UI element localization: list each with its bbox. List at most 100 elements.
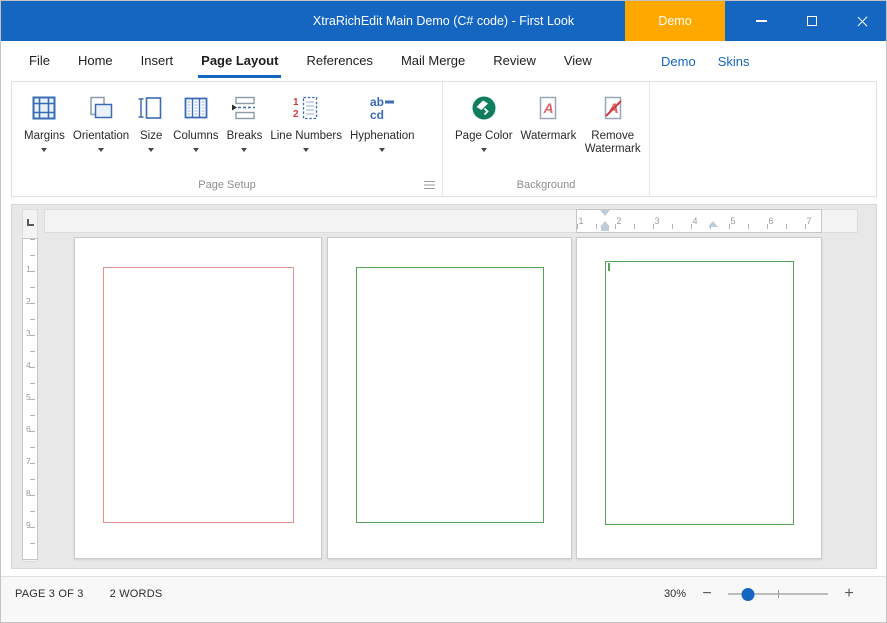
svg-text:ab: ab	[370, 95, 384, 109]
hyphenation-button[interactable]: ab cd Hyphenation	[346, 94, 419, 152]
ribbon-panel: Margins Orientation	[11, 81, 877, 197]
button-label: Remove Watermark	[584, 130, 641, 156]
watermark-button[interactable]: A Watermark	[517, 94, 581, 143]
ruler-number: 6	[768, 216, 773, 226]
button-label: Breaks	[227, 130, 263, 143]
group-label-page-setup: Page Setup	[12, 179, 442, 191]
zoom-controls: 30% − +	[664, 582, 856, 606]
left-indent-marker[interactable]	[601, 227, 609, 231]
chevron-down-icon	[379, 148, 385, 152]
margins-icon	[30, 94, 58, 122]
zoom-level: 30%	[664, 588, 686, 600]
zoom-in-button[interactable]: +	[842, 587, 856, 601]
ruler-number: 4	[692, 216, 697, 226]
minimize-button[interactable]	[736, 1, 786, 41]
button-label: Watermark	[521, 130, 577, 143]
text-cursor	[608, 263, 610, 271]
page-indicator[interactable]: PAGE 3 OF 3	[15, 588, 84, 600]
chevron-down-icon	[41, 148, 47, 152]
close-button[interactable]	[837, 1, 887, 41]
svg-text:cd: cd	[370, 108, 384, 122]
document-page-3[interactable]	[576, 237, 822, 559]
title-bar[interactable]: XtraRichEdit Main Demo (C# code) - First…	[1, 1, 886, 41]
size-icon	[137, 94, 165, 122]
page-margin-border	[605, 261, 794, 525]
remove-watermark-button[interactable]: A Remove Watermark	[580, 94, 645, 156]
document-page-1[interactable]	[74, 237, 322, 559]
ribbon-tab-bar: File Home Insert Page Layout References …	[1, 41, 886, 81]
tab-home[interactable]: Home	[64, 41, 127, 81]
ruler-number: 8	[26, 488, 31, 498]
watermark-icon: A	[534, 94, 562, 122]
word-count[interactable]: 2 WORDS	[110, 588, 163, 600]
demo-link[interactable]: Demo	[661, 54, 696, 69]
close-icon	[856, 15, 869, 28]
minimize-icon	[756, 20, 767, 22]
chevron-down-icon	[481, 148, 487, 152]
svg-text:1: 1	[293, 97, 299, 108]
ruler-number: 7	[26, 456, 31, 466]
zoom-slider-thumb[interactable]	[742, 588, 755, 601]
svg-text:A: A	[543, 100, 554, 116]
ruler-number: 3	[26, 328, 31, 338]
maximize-button[interactable]	[787, 1, 837, 41]
chevron-down-icon	[303, 148, 309, 152]
line-numbers-button[interactable]: 1 2 Line Numbers	[266, 94, 346, 152]
zoom-slider-center-tick	[778, 590, 779, 598]
vertical-ruler-active-area: 1 2 3 4 5 6 7 8 9	[22, 238, 38, 560]
ruler-number: 5	[26, 392, 31, 402]
app-window: XtraRichEdit Main Demo (C# code) - First…	[0, 0, 887, 623]
ruler-number: 3	[654, 216, 659, 226]
svg-text:2: 2	[293, 109, 299, 120]
tab-insert[interactable]: Insert	[127, 41, 188, 81]
document-page-2[interactable]	[327, 237, 572, 559]
ruler-number: 5	[730, 216, 735, 226]
tab-selector-button[interactable]	[23, 210, 37, 234]
button-label: Margins	[24, 130, 65, 143]
ruler-number: 7	[806, 216, 811, 226]
horizontal-ruler-active-area: 1 2 3 4 5 6 7	[576, 209, 822, 233]
demo-ribbon-button[interactable]: Demo	[625, 1, 725, 41]
tab-file[interactable]: File	[15, 41, 64, 81]
button-label: Size	[140, 130, 162, 143]
zoom-slider[interactable]	[728, 587, 828, 601]
left-tab-icon	[27, 219, 34, 226]
status-left: PAGE 3 OF 3 2 WORDS	[15, 582, 162, 606]
chevron-down-icon	[241, 148, 247, 152]
columns-icon	[182, 94, 210, 122]
zoom-out-button[interactable]: −	[700, 587, 714, 601]
orientation-button[interactable]: Orientation	[69, 94, 133, 152]
tab-page-layout[interactable]: Page Layout	[187, 41, 292, 81]
tab-mail-merge[interactable]: Mail Merge	[387, 41, 479, 81]
right-indent-marker[interactable]	[708, 221, 718, 227]
first-line-indent-marker[interactable]	[600, 210, 610, 216]
ruler-number: 2	[616, 216, 621, 226]
chevron-down-icon	[193, 148, 199, 152]
page-margin-border	[103, 267, 294, 523]
size-button[interactable]: Size	[133, 94, 169, 152]
ruler-number: 1	[578, 216, 583, 226]
window-title: XtraRichEdit Main Demo (C# code) - First…	[1, 1, 626, 41]
vertical-ruler[interactable]: 1 2 3 4 5 6 7 8 9	[22, 209, 38, 562]
page-setup-buttons: Margins Orientation	[12, 82, 442, 152]
chevron-down-icon	[98, 148, 104, 152]
hyphenation-icon: ab cd	[368, 94, 396, 122]
skins-link[interactable]: Skins	[718, 54, 750, 69]
dialog-launcher-icon[interactable]	[424, 181, 435, 189]
ruler-number: 9	[26, 520, 31, 530]
maximize-icon	[807, 16, 817, 26]
tab-review[interactable]: Review	[479, 41, 550, 81]
ruler-number: 4	[26, 360, 31, 370]
button-label: Page Color	[455, 130, 513, 143]
margins-button[interactable]: Margins	[20, 94, 69, 152]
button-label: Columns	[173, 130, 218, 143]
horizontal-ruler[interactable]: 1 2 3 4 5 6 7	[44, 209, 858, 233]
breaks-button[interactable]: Breaks	[223, 94, 267, 152]
button-label: Hyphenation	[350, 130, 415, 143]
tab-references[interactable]: References	[292, 41, 386, 81]
tab-view[interactable]: View	[550, 41, 606, 81]
background-buttons: Page Color A Watermark	[443, 82, 649, 156]
columns-button[interactable]: Columns	[169, 94, 222, 152]
page-color-button[interactable]: Page Color	[451, 94, 517, 152]
page-margin-border	[356, 267, 544, 523]
